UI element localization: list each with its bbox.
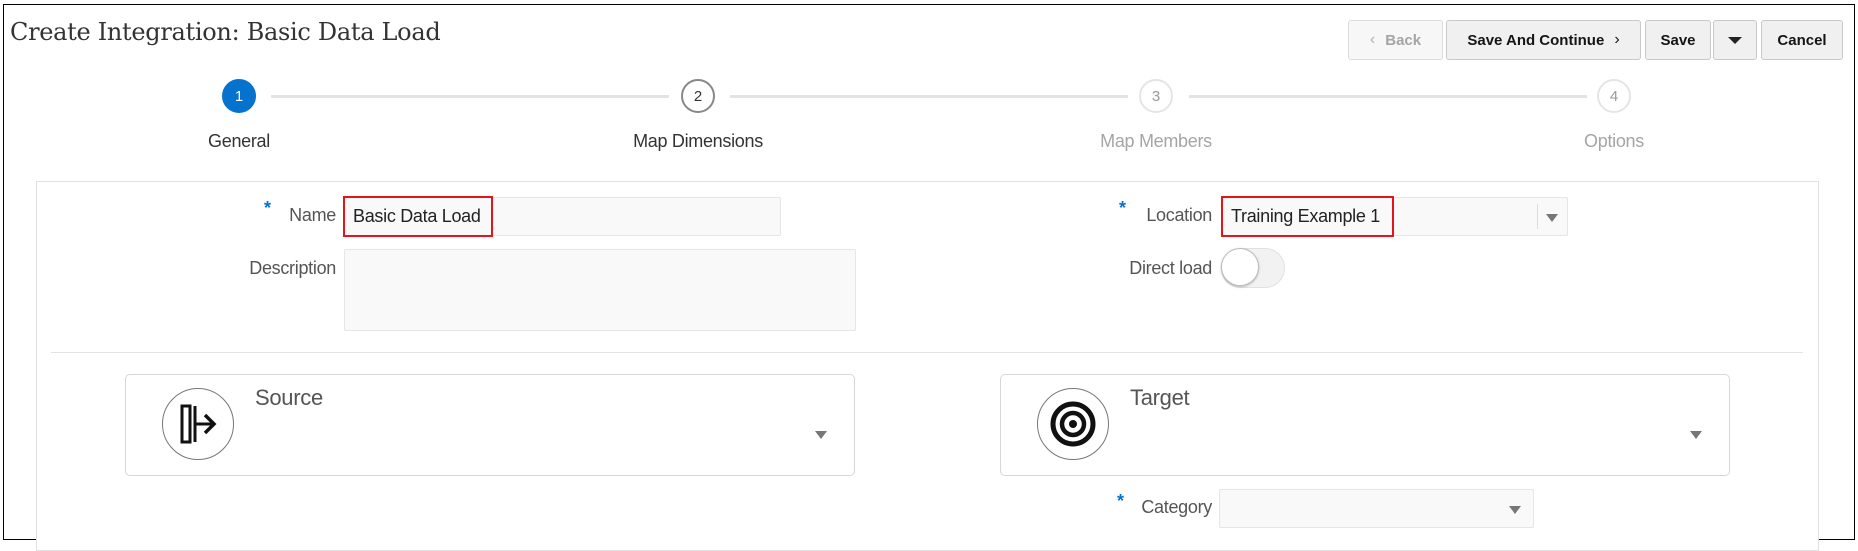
back-button[interactable]: ‹ Back bbox=[1348, 20, 1443, 60]
save-button-label: Save bbox=[1660, 31, 1696, 49]
location-select[interactable]: Training Example 1 bbox=[1222, 197, 1568, 236]
general-form-panel bbox=[36, 181, 1819, 551]
chevron-right-icon: › bbox=[1614, 31, 1620, 48]
source-arrow-icon bbox=[180, 404, 217, 444]
train-connector bbox=[730, 95, 1128, 98]
page-title: Create Integration: Basic Data Load bbox=[10, 18, 441, 46]
step-4-circle[interactable]: 4 bbox=[1597, 79, 1631, 113]
save-and-continue-label: Save And Continue bbox=[1467, 31, 1605, 49]
target-dropdown-arrow-icon[interactable] bbox=[1690, 431, 1702, 439]
step-2-circle[interactable]: 2 bbox=[681, 79, 715, 113]
source-card[interactable]: Source bbox=[125, 374, 855, 476]
source-dropdown-arrow-icon[interactable] bbox=[815, 431, 827, 439]
cancel-button[interactable]: Cancel bbox=[1761, 20, 1843, 60]
name-input-value: Basic Data Load bbox=[353, 206, 481, 226]
select-separator bbox=[1537, 204, 1538, 229]
step-3-label[interactable]: Map Members bbox=[1056, 131, 1256, 152]
description-textarea[interactable] bbox=[344, 249, 856, 331]
name-label: Name bbox=[289, 205, 336, 225]
save-options-dropdown-button[interactable] bbox=[1713, 20, 1757, 60]
target-card[interactable]: Target bbox=[1000, 374, 1730, 476]
location-select-value: Training Example 1 bbox=[1231, 206, 1381, 226]
category-label: Category bbox=[1141, 497, 1212, 517]
source-icon bbox=[162, 388, 234, 460]
step-1-label[interactable]: General bbox=[139, 131, 339, 152]
section-divider bbox=[51, 352, 1803, 353]
step-3-circle[interactable]: 3 bbox=[1139, 79, 1173, 113]
target-icon bbox=[1037, 388, 1109, 460]
toggle-knob bbox=[1221, 248, 1259, 286]
train-connector bbox=[1189, 95, 1587, 98]
bullseye-icon bbox=[1050, 401, 1096, 447]
direct-load-label: Direct load bbox=[1129, 258, 1212, 278]
location-dropdown-arrow-icon[interactable] bbox=[1546, 214, 1558, 222]
target-title: Target bbox=[1130, 385, 1190, 410]
step-1-circle[interactable]: 1 bbox=[222, 79, 256, 113]
name-input[interactable]: Basic Data Load bbox=[344, 197, 781, 236]
category-select[interactable] bbox=[1219, 489, 1534, 528]
train-connector bbox=[271, 95, 669, 98]
caret-down-icon bbox=[1728, 36, 1742, 44]
source-title: Source bbox=[255, 385, 323, 410]
save-and-continue-button[interactable]: Save And Continue › bbox=[1446, 20, 1641, 60]
category-dropdown-arrow-icon[interactable] bbox=[1509, 506, 1521, 514]
cancel-button-label: Cancel bbox=[1777, 31, 1827, 49]
step-2-label[interactable]: Map Dimensions bbox=[598, 131, 798, 152]
chevron-left-icon: ‹ bbox=[1369, 31, 1376, 48]
description-label: Description bbox=[249, 258, 336, 278]
save-button[interactable]: Save bbox=[1645, 20, 1711, 60]
step-4-label[interactable]: Options bbox=[1514, 131, 1714, 152]
location-label: Location bbox=[1146, 205, 1212, 225]
back-button-label: Back bbox=[1385, 31, 1422, 49]
direct-load-toggle[interactable] bbox=[1221, 248, 1285, 288]
